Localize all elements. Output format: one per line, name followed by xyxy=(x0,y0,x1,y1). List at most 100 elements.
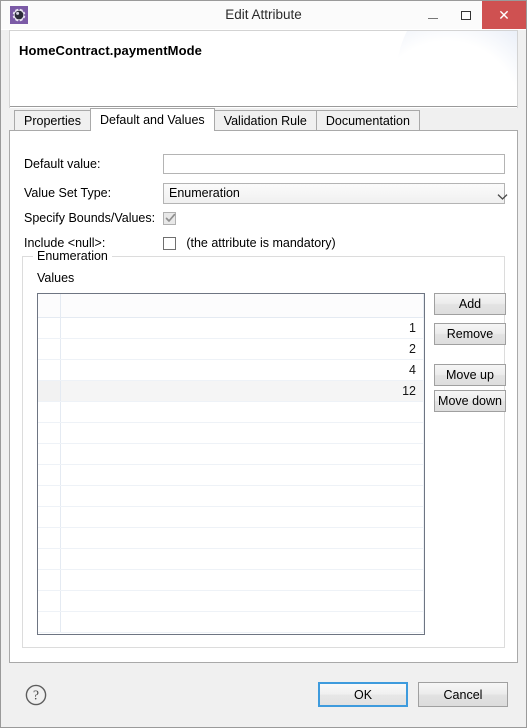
table-header-value xyxy=(60,294,424,318)
move-up-button[interactable]: Move up xyxy=(434,364,506,386)
enumeration-group: Enumeration Values 1 2 4 12 Add Remove M… xyxy=(22,249,506,648)
values-table: 1 2 4 12 xyxy=(38,294,424,633)
row-value[interactable]: 4 xyxy=(60,359,424,381)
close-button[interactable]: ✕ xyxy=(482,1,526,29)
row-gutter xyxy=(38,401,61,423)
attribute-subject-title: HomeContract.paymentMode xyxy=(19,43,202,58)
maximize-icon xyxy=(460,10,471,20)
row-gutter xyxy=(38,590,61,612)
row-gutter xyxy=(38,359,61,381)
row-value[interactable] xyxy=(60,548,424,570)
row-gutter xyxy=(38,506,61,528)
help-question-icon[interactable]: ? xyxy=(25,684,47,706)
default-value-input[interactable] xyxy=(163,154,505,174)
row-gutter xyxy=(38,527,61,549)
values-table-body: 1 2 4 12 xyxy=(38,317,424,633)
table-row[interactable] xyxy=(38,611,424,633)
table-header-row xyxy=(38,294,424,318)
table-row[interactable] xyxy=(38,569,424,591)
row-specify-bounds: Specify Bounds/Values: xyxy=(10,207,517,229)
move-down-button[interactable]: Move down xyxy=(434,390,506,412)
table-row[interactable] xyxy=(38,527,424,549)
table-row[interactable] xyxy=(38,590,424,612)
table-row[interactable]: 4 xyxy=(38,359,424,381)
row-value[interactable]: 1 xyxy=(60,317,424,339)
window-controls: ✕ xyxy=(416,1,526,29)
tab-documentation[interactable]: Documentation xyxy=(315,110,420,130)
row-gutter xyxy=(38,485,61,507)
row-gutter xyxy=(38,422,61,444)
row-gutter xyxy=(38,611,61,633)
table-row[interactable] xyxy=(38,485,424,507)
row-value[interactable]: 2 xyxy=(60,338,424,360)
include-null-note: (the attribute is mandatory) xyxy=(186,236,336,251)
enumeration-group-title: Enumeration xyxy=(33,249,112,263)
title-bar: Edit Attribute ✕ xyxy=(1,1,526,30)
table-row[interactable] xyxy=(38,506,424,528)
values-action-buttons: Add Remove Move up Move down xyxy=(434,293,506,412)
tab-panel-default-and-values: Default value: Value Set Type: Enumerati… xyxy=(9,130,518,663)
row-value[interactable] xyxy=(60,422,424,444)
values-table-container[interactable]: 1 2 4 12 xyxy=(37,293,425,635)
include-null-label: Include <null>: xyxy=(24,236,106,250)
specify-bounds-checkbox[interactable] xyxy=(163,212,176,226)
tab-strip: Properties Default and Values Validation… xyxy=(9,108,518,131)
table-row[interactable] xyxy=(38,548,424,570)
row-value[interactable]: 12 xyxy=(60,380,424,402)
value-set-type-selected: Enumeration xyxy=(169,186,240,200)
row-value[interactable] xyxy=(60,527,424,549)
table-row[interactable]: 1 xyxy=(38,317,424,339)
row-gutter xyxy=(38,569,61,591)
row-gutter xyxy=(38,338,61,360)
maximize-button[interactable] xyxy=(449,1,482,29)
add-button[interactable]: Add xyxy=(434,293,506,315)
row-gutter xyxy=(38,380,61,402)
specify-bounds-label: Specify Bounds/Values: xyxy=(24,211,156,225)
svg-text:?: ? xyxy=(33,688,39,703)
edit-attribute-dialog: Edit Attribute ✕ HomeContract.paymentMod… xyxy=(0,0,527,728)
values-label: Values xyxy=(37,271,75,285)
row-value[interactable] xyxy=(60,590,424,612)
row-default-value: Default value: xyxy=(10,153,517,175)
row-value[interactable] xyxy=(60,611,424,633)
tab-area: Properties Default and Values Validation… xyxy=(9,108,518,663)
table-row[interactable] xyxy=(38,464,424,486)
row-value[interactable] xyxy=(60,464,424,486)
tab-properties[interactable]: Properties xyxy=(14,110,91,130)
header-decoration xyxy=(397,31,517,108)
table-row[interactable]: 2 xyxy=(38,338,424,360)
table-row-selected[interactable]: 12 xyxy=(38,380,424,402)
table-row[interactable] xyxy=(38,443,424,465)
specify-bounds-field-wrap xyxy=(163,211,505,226)
row-gutter xyxy=(38,548,61,570)
value-set-type-label: Value Set Type: xyxy=(24,186,112,200)
close-icon: ✕ xyxy=(498,6,510,23)
ok-button[interactable]: OK xyxy=(318,682,408,707)
row-value[interactable] xyxy=(60,401,424,423)
minimize-button[interactable] xyxy=(416,1,449,29)
row-value[interactable] xyxy=(60,485,424,507)
table-header-gutter xyxy=(38,294,61,318)
row-gutter xyxy=(38,464,61,486)
row-value[interactable] xyxy=(60,506,424,528)
tab-validation-rule[interactable]: Validation Rule xyxy=(213,110,317,130)
row-value[interactable] xyxy=(60,443,424,465)
include-null-checkbox[interactable] xyxy=(163,236,176,250)
value-set-type-dropdown[interactable]: Enumeration xyxy=(163,182,508,204)
checkmark-icon xyxy=(165,212,176,225)
minimize-icon xyxy=(427,17,438,19)
table-row[interactable] xyxy=(38,401,424,423)
tab-default-and-values[interactable]: Default and Values xyxy=(89,108,215,131)
default-value-label: Default value: xyxy=(24,157,101,171)
remove-button[interactable]: Remove xyxy=(434,323,506,345)
value-set-type-field-wrap: Enumeration xyxy=(163,182,508,204)
table-row[interactable] xyxy=(38,422,424,444)
gear-icon xyxy=(10,6,28,24)
row-value-set-type: Value Set Type: Enumeration xyxy=(10,182,517,204)
default-value-field-wrap xyxy=(163,154,505,174)
row-gutter xyxy=(38,317,61,339)
include-null-field-wrap: (the attribute is mandatory) xyxy=(163,236,505,251)
row-value[interactable] xyxy=(60,569,424,591)
row-gutter xyxy=(38,443,61,465)
cancel-button[interactable]: Cancel xyxy=(418,682,508,707)
